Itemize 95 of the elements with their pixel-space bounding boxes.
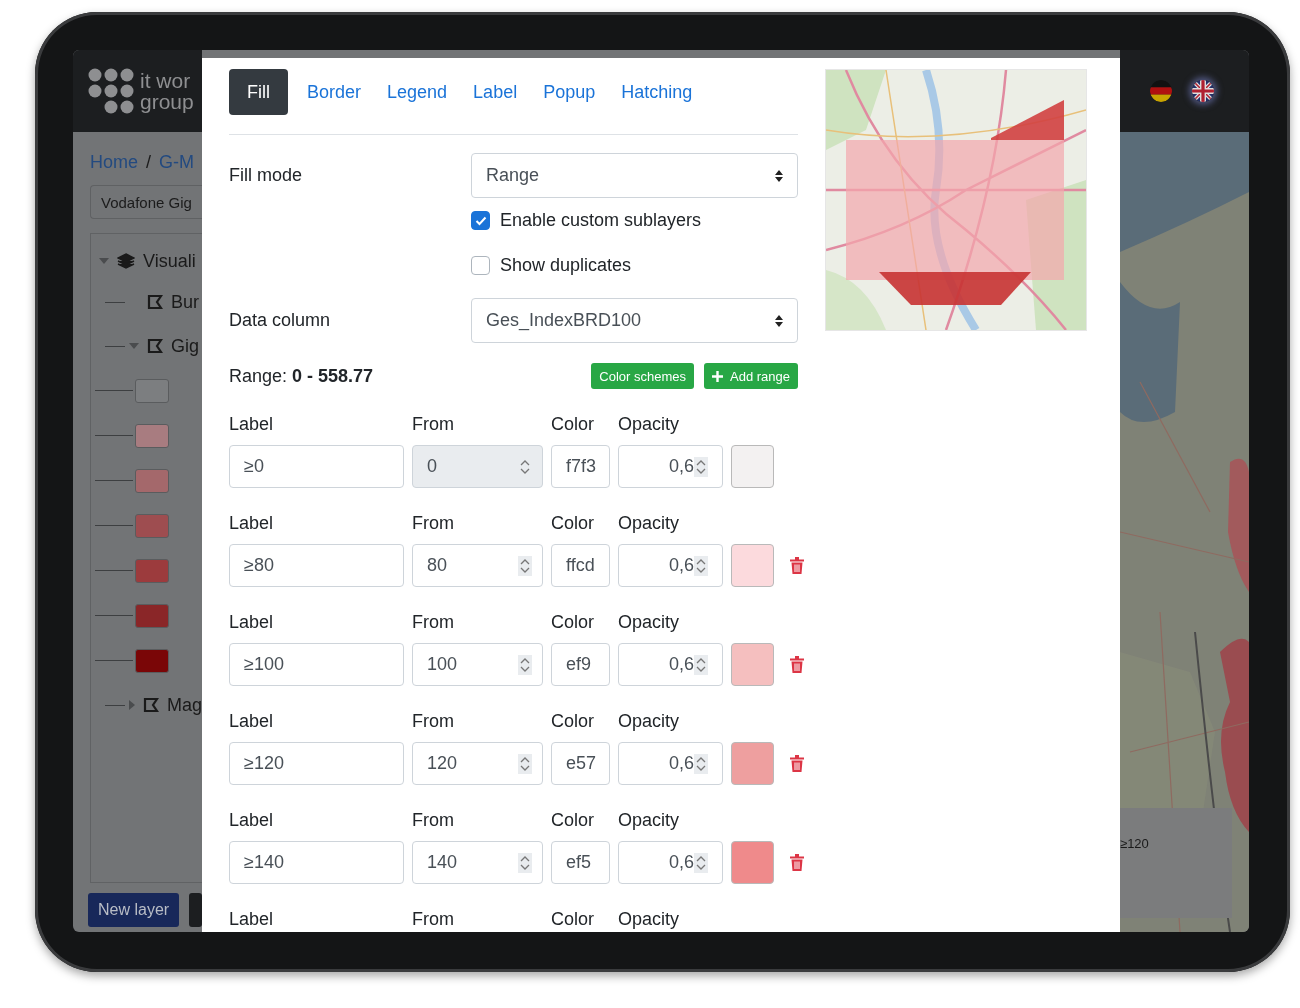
tab[interactable]: Label (466, 69, 525, 115)
color-swatch[interactable] (731, 544, 774, 587)
british-flag-icon[interactable] (1192, 80, 1214, 102)
trash-icon[interactable] (790, 755, 804, 772)
label-input[interactable]: ≥100 (229, 643, 404, 686)
from-input[interactable]: 80 (412, 544, 543, 587)
tab[interactable]: Fill (229, 69, 288, 115)
color-swatch[interactable] (731, 445, 774, 488)
column-label: Color (551, 513, 595, 534)
label-input[interactable]: ≥0 (229, 445, 404, 488)
field-label: Fill mode (229, 165, 304, 186)
label-input[interactable]: ≥80 (229, 544, 404, 587)
trash-icon[interactable] (790, 557, 804, 574)
label-input[interactable]: ≥140 (229, 841, 404, 884)
sort-caret-icon (775, 314, 783, 327)
layers-icon (117, 253, 135, 269)
legend-label: ≥120 (1120, 835, 1149, 851)
check-icon (474, 215, 487, 226)
color-input[interactable]: f7f3 (551, 445, 610, 488)
column-label: Label (229, 414, 275, 435)
color-swatch[interactable] (731, 841, 774, 884)
checkbox-label[interactable]: Show duplicates (500, 255, 632, 276)
german-flag-icon[interactable] (1150, 80, 1172, 102)
tab[interactable]: Border (300, 69, 369, 115)
tree-item[interactable]: Mag (167, 694, 202, 716)
tree-item[interactable]: Gig (171, 335, 199, 357)
color-swatch[interactable] (731, 643, 774, 686)
trash-icon[interactable] (790, 656, 804, 673)
spinner-icon[interactable] (518, 654, 532, 675)
column-label: From (412, 513, 455, 534)
from-input[interactable]: 100 (412, 643, 543, 686)
spinner-icon[interactable] (694, 852, 708, 873)
polygon-icon (143, 697, 159, 713)
spinner-icon[interactable] (694, 654, 708, 675)
opacity-input[interactable]: 0,6 (618, 445, 723, 488)
polygon-icon (147, 338, 163, 354)
column-label: Label (229, 711, 275, 732)
column-label: Opacity (618, 711, 681, 732)
opacity-input[interactable]: 0,6 (618, 643, 723, 686)
tab[interactable]: Legend (380, 69, 455, 115)
column-label: Opacity (618, 513, 681, 534)
column-label: From (412, 711, 455, 732)
tree-item[interactable]: Visuali (143, 250, 196, 272)
range-text: Range: 0 - 558.77 (229, 365, 374, 387)
column-label: Color (551, 414, 595, 435)
checkbox[interactable] (471, 211, 490, 230)
field-label: Data column (229, 310, 332, 331)
from-input[interactable]: 120 (412, 742, 543, 785)
column-label: Label (229, 810, 275, 831)
label-input[interactable]: ≥120 (229, 742, 404, 785)
color-swatch[interactable] (731, 742, 774, 785)
color-input[interactable]: e57 (551, 742, 610, 785)
spinner-icon[interactable] (694, 753, 708, 774)
column-label: From (412, 612, 455, 633)
column-label: Color (551, 612, 595, 633)
logo-dots-icon (88, 68, 134, 114)
column-label: Color (551, 810, 595, 831)
color-input[interactable]: ef5 (551, 841, 610, 884)
polygon-icon (147, 294, 163, 310)
column-label: Label (229, 909, 275, 930)
spinner-icon[interactable] (694, 456, 708, 477)
column-label: Color (551, 711, 595, 732)
column-label: Label (229, 513, 275, 534)
breadcrumb-separator: / (146, 152, 152, 173)
color-input[interactable]: ef9 (551, 643, 610, 686)
spinner-icon[interactable] (518, 753, 532, 774)
sort-caret-icon (775, 169, 783, 182)
opacity-input[interactable]: 0,6 (618, 742, 723, 785)
spinner-icon[interactable] (518, 555, 532, 576)
fill-mode-select[interactable]: Range (471, 153, 798, 198)
tab[interactable]: Popup (536, 69, 603, 115)
column-label: Opacity (618, 909, 681, 930)
column-label: From (412, 810, 455, 831)
plus-icon (712, 370, 723, 382)
spinner-icon[interactable] (694, 555, 708, 576)
column-label: From (412, 414, 455, 435)
spinner-icon[interactable] (518, 852, 532, 873)
from-input[interactable]: 140 (412, 841, 543, 884)
opacity-input[interactable]: 0,6 (618, 841, 723, 884)
column-label: Label (229, 612, 275, 633)
opacity-input[interactable]: 0,6 (618, 544, 723, 587)
column-label: Opacity (618, 810, 681, 831)
column-label: Color (551, 909, 595, 930)
new-layer-button[interactable]: New layer (88, 893, 180, 927)
checkbox[interactable] (471, 256, 490, 275)
color-input[interactable]: ffcd (551, 544, 610, 587)
data-column-select[interactable]: Ges_IndexBRD100 (471, 298, 798, 343)
tree-item[interactable]: Bur (171, 291, 199, 313)
checkbox-label[interactable]: Enable custom sublayers (500, 210, 702, 231)
column-label: Opacity (618, 612, 681, 633)
column-label: Opacity (618, 414, 681, 435)
logo-text: it wor group (140, 70, 194, 112)
trash-icon[interactable] (790, 854, 804, 871)
column-label: From (412, 909, 455, 930)
tab[interactable]: Hatching (614, 69, 700, 115)
